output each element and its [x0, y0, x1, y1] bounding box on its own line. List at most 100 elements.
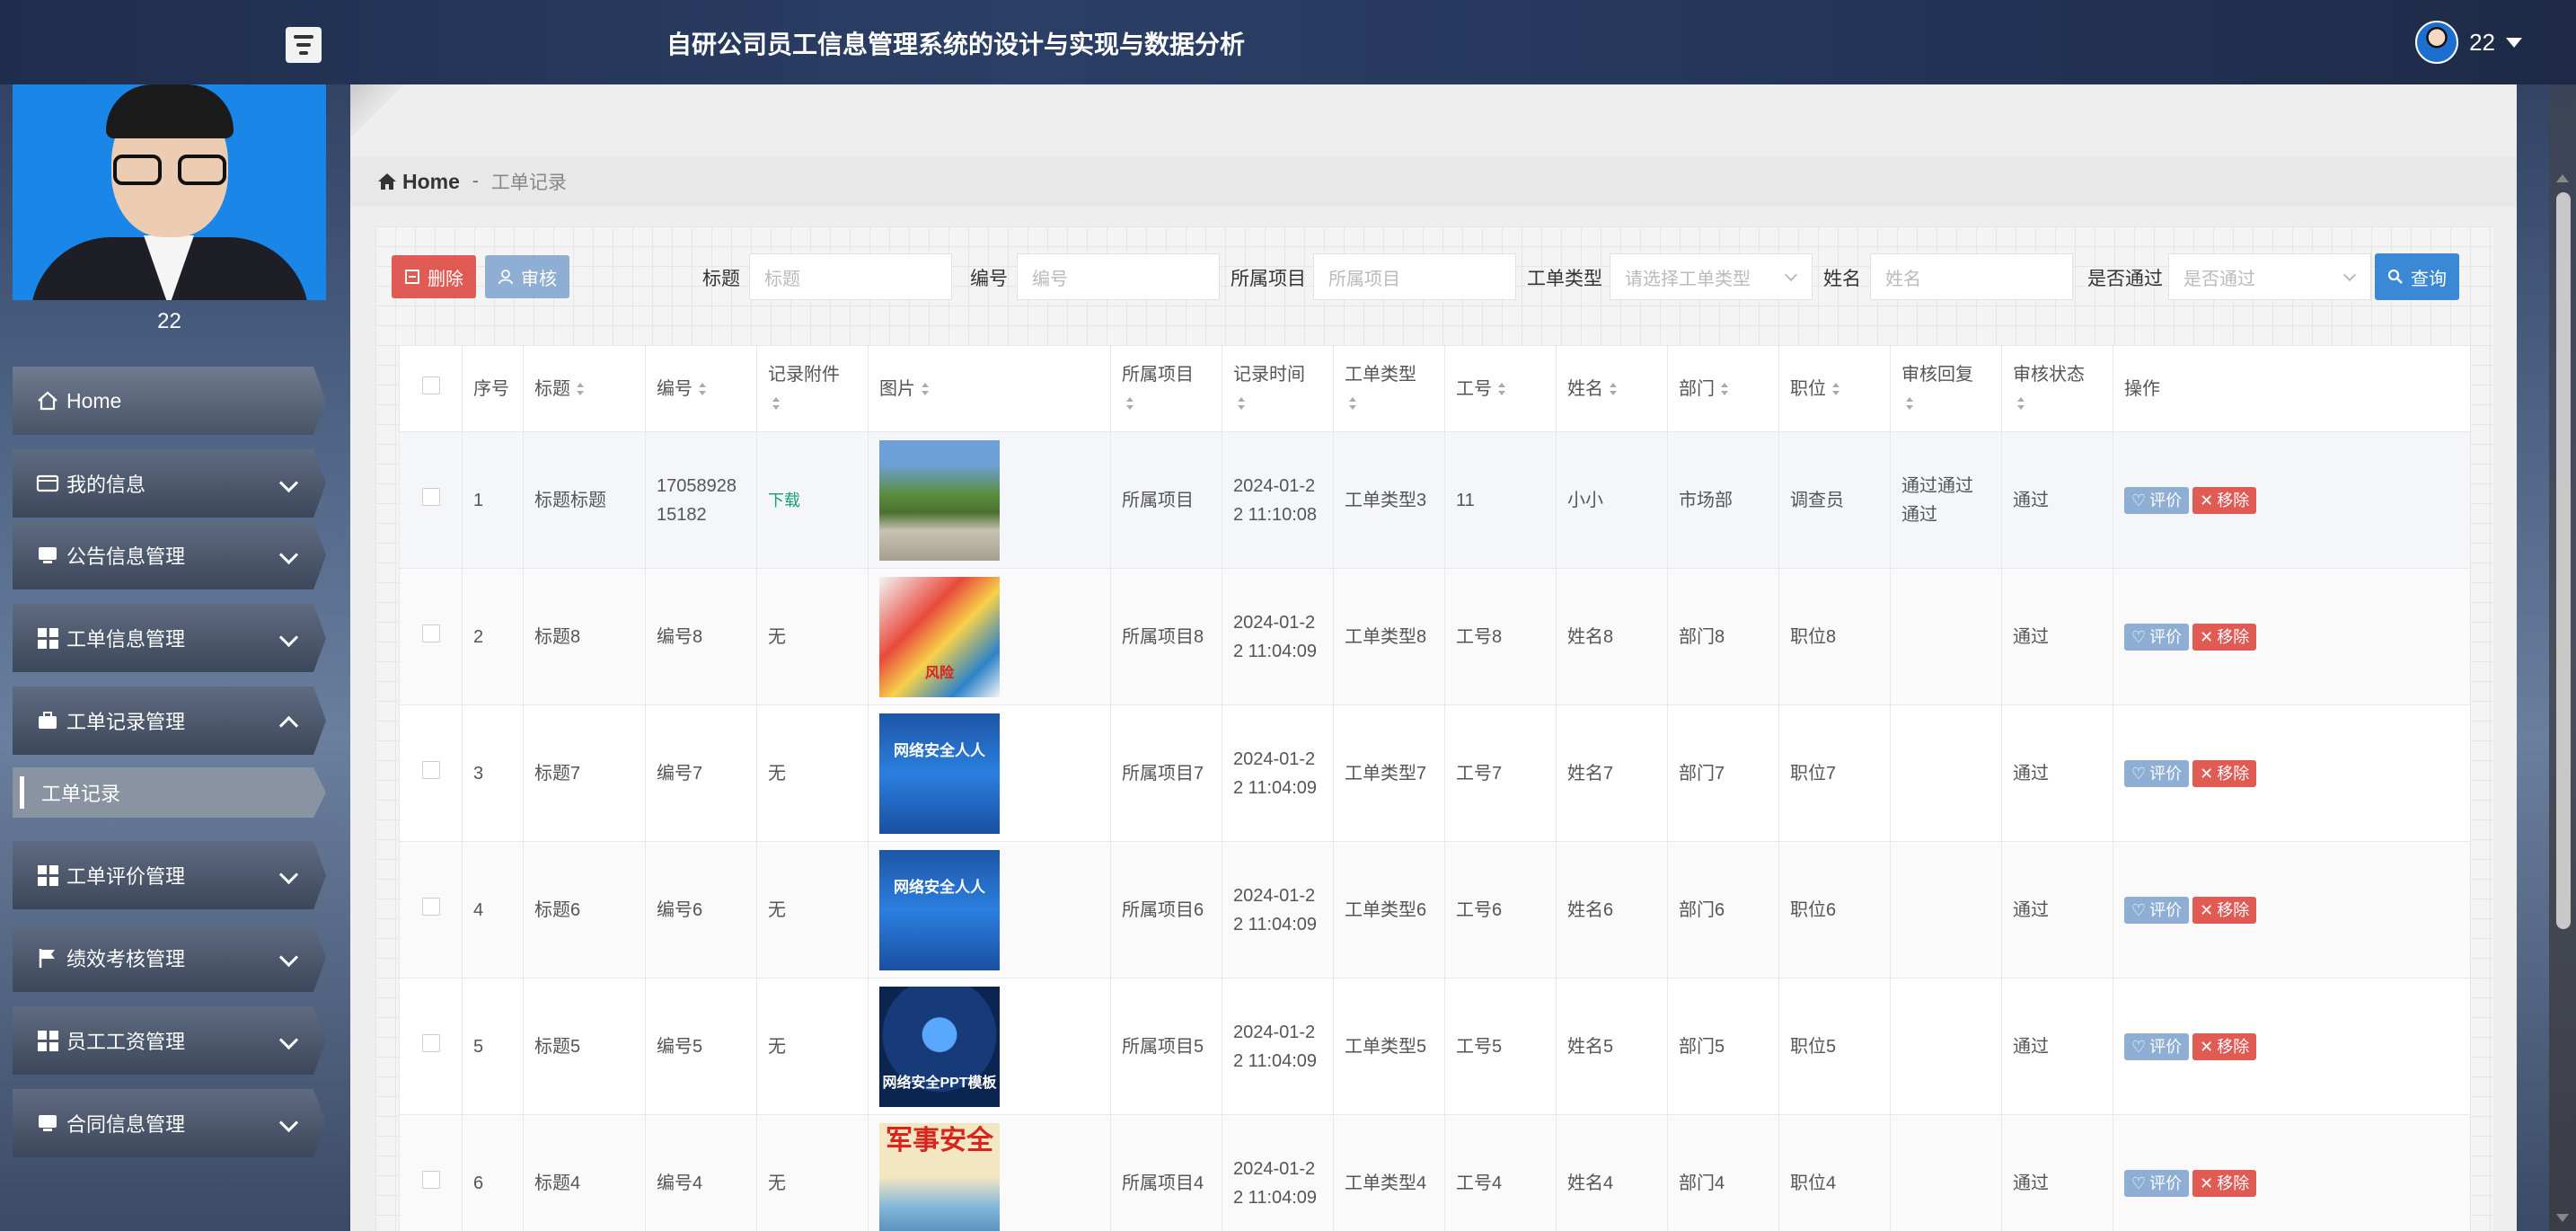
- col-header[interactable]: 记录附件: [756, 345, 869, 432]
- sort-icon: [1720, 382, 1729, 396]
- col-header[interactable]: 图片: [868, 345, 1111, 432]
- sort-icon: [698, 382, 707, 396]
- grid-icon: [36, 863, 59, 887]
- sidebar-item-home[interactable]: Home: [13, 367, 326, 435]
- record-image[interactable]: [879, 439, 1000, 561]
- remove-button[interactable]: ✕ 移除: [2192, 1033, 2257, 1061]
- table-row[interactable]: 1 标题标题 1705892815182 下载 所属项目 2024-01-22 …: [399, 431, 2470, 569]
- col-header[interactable]: 审核回复: [1890, 345, 2002, 432]
- scroll-thumb[interactable]: [2556, 192, 2571, 929]
- breadcrumb-current: 工单记录: [490, 173, 567, 193]
- evaluate-button[interactable]: ♡ 评价: [2124, 1033, 2190, 1061]
- col-header[interactable]: 标题: [523, 345, 646, 432]
- col-header[interactable]: 职位: [1778, 345, 1891, 432]
- row-checkbox[interactable]: [421, 1170, 440, 1189]
- chevron-down-icon: [1784, 268, 1798, 282]
- col-header[interactable]: 所属项目: [1110, 345, 1222, 432]
- sidebar-item-performance[interactable]: 绩效考核管理: [13, 924, 326, 992]
- evaluate-button[interactable]: ♡ 评价: [2124, 760, 2190, 788]
- hamburger-icon: [294, 35, 313, 39]
- chevron-down-icon: [278, 473, 299, 493]
- filter-pass-label: 是否通过: [2087, 269, 2163, 289]
- sidebar-item-notice[interactable]: 公告信息管理: [13, 521, 326, 589]
- user-menu[interactable]: 22: [2415, 21, 2522, 64]
- row-checkbox[interactable]: [421, 624, 440, 642]
- col-header[interactable]: 编号: [645, 345, 757, 432]
- evaluate-button[interactable]: ♡ 评价: [2124, 897, 2190, 925]
- col-header[interactable]: 审核状态: [2001, 345, 2113, 432]
- page-corner-fold: [350, 84, 404, 138]
- sort-icon: [576, 382, 585, 396]
- chevron-down-icon: [2342, 268, 2357, 282]
- sidebar-item-workorder-info[interactable]: 工单信息管理: [13, 604, 326, 672]
- sidebar-item-salary[interactable]: 员工工资管理: [13, 1006, 326, 1075]
- remove-button[interactable]: ✕ 移除: [2192, 624, 2257, 651]
- sort-icon: [772, 396, 781, 411]
- scrollbar[interactable]: [2549, 84, 2576, 1231]
- remove-button[interactable]: ✕ 移除: [2192, 1170, 2257, 1198]
- row-checkbox[interactable]: [421, 897, 440, 916]
- row-checkbox[interactable]: [421, 487, 440, 506]
- name-input[interactable]: 姓名: [1870, 253, 2073, 300]
- col-header[interactable]: 部门: [1667, 345, 1779, 432]
- title-input[interactable]: 标题: [749, 253, 952, 300]
- heart-icon: ♡: [2131, 492, 2147, 510]
- remove-button[interactable]: ✕ 移除: [2192, 897, 2257, 925]
- filter-code-label: 编号: [970, 269, 1008, 289]
- col-header[interactable]: 工号: [1444, 345, 1557, 432]
- sidebar-subitem-workorder-record[interactable]: 工单记录: [13, 767, 326, 818]
- code-input[interactable]: 编号: [1017, 253, 1220, 300]
- breadcrumb-home-link[interactable]: Home: [402, 170, 460, 194]
- avatar: [2415, 21, 2459, 64]
- sidebar-item-contract[interactable]: 合同信息管理: [13, 1089, 326, 1157]
- scroll-down-icon[interactable]: [2556, 1214, 2569, 1222]
- download-link[interactable]: 下载: [768, 492, 800, 509]
- record-image[interactable]: 网络安全PPT模板: [879, 986, 1000, 1107]
- audit-button[interactable]: 审核: [485, 255, 569, 298]
- col-header[interactable]: 工单类型: [1333, 345, 1445, 432]
- sidebar-item-my-info[interactable]: 我的信息: [13, 449, 326, 518]
- remove-button[interactable]: ✕ 移除: [2192, 760, 2257, 788]
- menu-toggle-button[interactable]: [286, 27, 322, 63]
- pass-select[interactable]: 是否通过: [2168, 253, 2371, 300]
- select-all-checkbox[interactable]: [421, 376, 440, 394]
- evaluate-button[interactable]: ♡ 评价: [2124, 487, 2190, 515]
- table-row[interactable]: 5 标题5 编号5 无 网络安全PPT模板 所属项目5 2024-01-22 1…: [399, 978, 2470, 1115]
- table-row[interactable]: 6 标题4 编号4 无 军事安全 所属项目4 2024-01-22 11:04:…: [399, 1114, 2470, 1231]
- record-image[interactable]: 军事安全: [879, 1122, 1000, 1231]
- table-row[interactable]: 3 标题7 编号7 无 网络安全人人 所属项目7 2024-01-22 11:0…: [399, 704, 2470, 842]
- chevron-down-icon: [278, 1030, 299, 1050]
- chevron-up-icon: [278, 715, 299, 736]
- sidebar-item-workorder-eval[interactable]: 工单评价管理: [13, 841, 326, 909]
- col-header[interactable]: 记录时间: [1222, 345, 1334, 432]
- heart-icon: ♡: [2131, 765, 2147, 784]
- record-image[interactable]: 网络安全人人: [879, 849, 1000, 970]
- table-row[interactable]: 4 标题6 编号6 无 网络安全人人 所属项目6 2024-01-22 11:0…: [399, 841, 2470, 979]
- close-icon: ✕: [2200, 765, 2214, 784]
- evaluate-button[interactable]: ♡ 评价: [2124, 1170, 2190, 1198]
- scroll-up-icon[interactable]: [2556, 174, 2569, 182]
- close-icon: ✕: [2200, 901, 2214, 920]
- sort-icon: [1497, 382, 1506, 396]
- record-image[interactable]: 风险: [879, 576, 1000, 697]
- row-checkbox[interactable]: [421, 760, 440, 779]
- record-image[interactable]: 网络安全人人: [879, 713, 1000, 834]
- content-area: 删除 审核 标题 标题 编号 编号 所属项目 所属项目 工单类型 请选择工单类型…: [375, 226, 2493, 1231]
- top-bar: 自研公司员工信息管理系统的设计与实现与数据分析 22: [0, 0, 2576, 84]
- project-input[interactable]: 所属项目: [1313, 253, 1516, 300]
- chevron-down-icon: [278, 947, 299, 968]
- delete-button[interactable]: 删除: [392, 255, 476, 298]
- sort-icon: [1609, 382, 1618, 396]
- select-all-checkbox-cell: [399, 345, 463, 432]
- sidebar-item-workorder-record[interactable]: 工单记录管理: [13, 686, 326, 755]
- row-checkbox[interactable]: [421, 1033, 440, 1052]
- sort-icon: [2016, 396, 2025, 411]
- table-row[interactable]: 2 标题8 编号8 无 风险 所属项目8 2024-01-22 11:04:09…: [399, 568, 2470, 705]
- toolbar: 删除 审核 标题 标题 编号 编号 所属项目 所属项目 工单类型 请选择工单类型…: [375, 226, 2493, 331]
- query-button[interactable]: 查询: [2375, 253, 2459, 300]
- col-header[interactable]: 姓名: [1556, 345, 1668, 432]
- grid-icon: [36, 626, 59, 650]
- type-select[interactable]: 请选择工单类型: [1610, 253, 1813, 300]
- remove-button[interactable]: ✕ 移除: [2192, 487, 2257, 515]
- evaluate-button[interactable]: ♡ 评价: [2124, 624, 2190, 651]
